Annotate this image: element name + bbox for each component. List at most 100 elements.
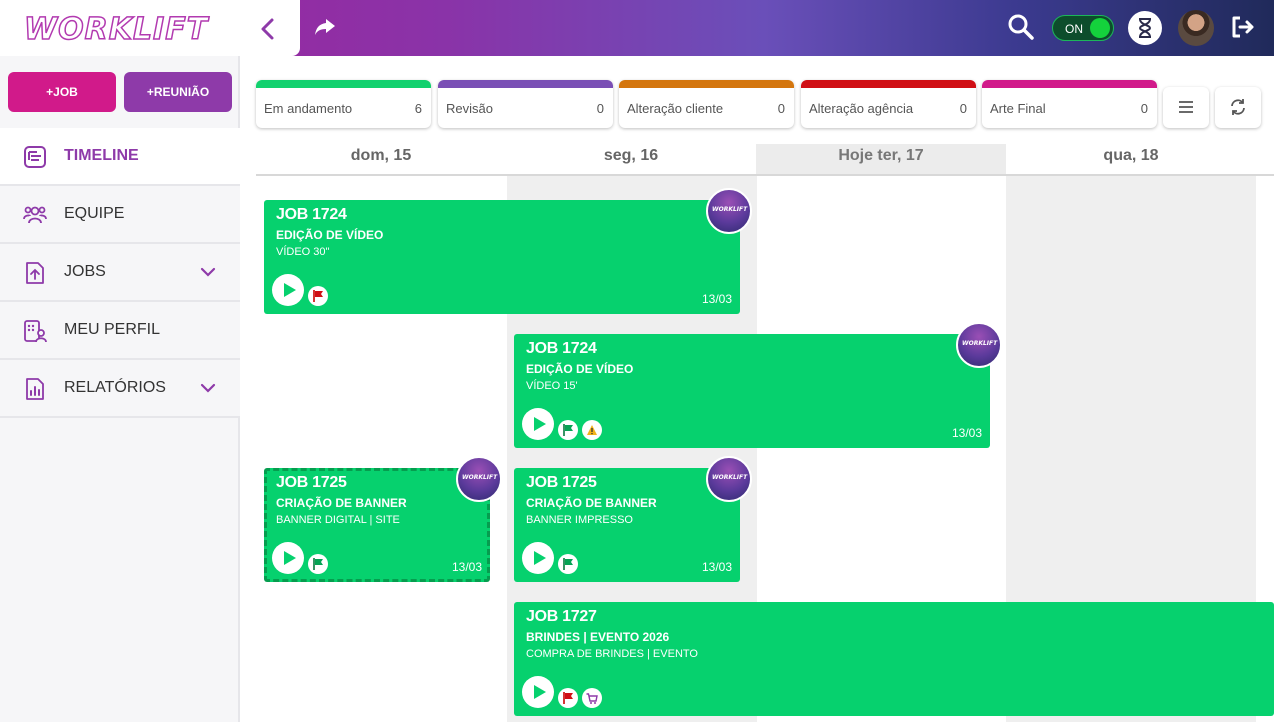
top-bar: WORKLIFT ON bbox=[0, 0, 1274, 56]
logo-mini-text: WORKLIFT bbox=[712, 474, 748, 481]
job-subtitle: EDIÇÃO DE VÍDEO bbox=[276, 228, 384, 242]
menu-lines-icon bbox=[1179, 101, 1193, 113]
status-card-arte-final[interactable]: Arte Final 0 bbox=[982, 80, 1157, 128]
play-button[interactable] bbox=[522, 408, 554, 440]
sidebar-item-timeline[interactable]: TIMELINE bbox=[0, 128, 240, 186]
timeline-icon bbox=[24, 146, 46, 168]
day-header: dom, 15 bbox=[350, 147, 412, 164]
job-title: JOB 1725 bbox=[526, 474, 597, 491]
user-avatar[interactable] bbox=[1178, 10, 1214, 46]
job-description: BANNER DIGITAL | SITE bbox=[276, 514, 400, 526]
green-flag-icon bbox=[308, 554, 328, 574]
sidebar: +JOB +REUNIÃO TIMELINE EQUIPE JOBS MEU P… bbox=[0, 56, 240, 722]
job-subtitle: CRIAÇÃO DE BANNER bbox=[276, 496, 407, 510]
sidebar-item-label: RELATÓRIOS bbox=[64, 379, 166, 396]
sidebar-item-equipe[interactable]: EQUIPE bbox=[0, 186, 240, 244]
warning-icon bbox=[582, 420, 602, 440]
agency-logo-badge: WORKLIFT bbox=[706, 456, 752, 502]
sidebar-item-jobs[interactable]: JOBS bbox=[0, 244, 240, 302]
share-icon bbox=[315, 19, 335, 35]
add-job-button[interactable]: +JOB bbox=[8, 72, 116, 112]
status-card-alteracao-agencia[interactable]: Alteração agência 0 bbox=[801, 80, 976, 128]
job-description: VÍDEO 15' bbox=[526, 380, 578, 392]
job-date: 13/03 bbox=[701, 560, 732, 574]
chevron-down-icon[interactable] bbox=[200, 380, 216, 396]
status-count: 0 bbox=[777, 101, 785, 116]
job-subtitle: BRINDES | EVENTO 2026 bbox=[526, 630, 670, 644]
toggle-knob bbox=[1090, 18, 1110, 38]
play-button[interactable] bbox=[272, 542, 304, 574]
job-card[interactable]: JOB 1725 CRIAÇÃO DE BANNER BANNER DIGITA… bbox=[264, 456, 502, 582]
job-card[interactable]: JOB 1727 BRINDES | EVENTO 2026 COMPRA DE… bbox=[514, 602, 1274, 716]
profile-icon bbox=[24, 320, 47, 343]
status-count: 0 bbox=[1140, 101, 1148, 116]
green-flag-icon bbox=[558, 420, 578, 440]
logout-button[interactable] bbox=[1230, 14, 1256, 40]
red-flag-icon bbox=[558, 688, 578, 708]
job-title: JOB 1727 bbox=[526, 608, 597, 625]
day-header: seg, 16 bbox=[603, 147, 659, 164]
play-button[interactable] bbox=[272, 274, 304, 306]
status-color-bar bbox=[619, 80, 794, 88]
job-title: JOB 1724 bbox=[526, 340, 597, 357]
status-color-bar bbox=[982, 80, 1157, 88]
status-card-revisao[interactable]: Revisão 0 bbox=[438, 80, 613, 128]
job-title: JOB 1725 bbox=[276, 474, 347, 491]
job-card[interactable]: JOB 1724 EDIÇÃO DE VÍDEO VÍDEO 15' 13/03… bbox=[514, 322, 1002, 448]
agency-logo-badge: WORKLIFT bbox=[706, 188, 752, 234]
red-flag-icon bbox=[308, 286, 328, 306]
sidebar-item-meu-perfil[interactable]: MEU PERFIL bbox=[0, 302, 240, 360]
logo-area: WORKLIFT bbox=[0, 0, 300, 56]
play-button[interactable] bbox=[522, 676, 554, 708]
status-label: Alteração agência bbox=[809, 101, 914, 116]
job-description: VÍDEO 30" bbox=[276, 246, 330, 258]
status-color-bar bbox=[256, 80, 431, 88]
collapse-sidebar-button[interactable] bbox=[256, 14, 280, 44]
share-button[interactable] bbox=[312, 14, 338, 40]
chevron-left-icon bbox=[261, 18, 274, 40]
status-count: 0 bbox=[596, 101, 604, 116]
job-date: 13/03 bbox=[951, 426, 982, 440]
add-meeting-button[interactable]: +REUNIÃO bbox=[124, 72, 232, 112]
online-toggle[interactable]: ON bbox=[1052, 15, 1114, 41]
job-description: BANNER IMPRESSO bbox=[526, 514, 633, 526]
job-card[interactable]: JOB 1724 EDIÇÃO DE VÍDEO VÍDEO 30" 13/03… bbox=[264, 188, 752, 314]
play-button[interactable] bbox=[522, 542, 554, 574]
hourglass-icon bbox=[1138, 18, 1152, 38]
status-card-em-andamento[interactable]: Em andamento 6 bbox=[256, 80, 431, 128]
status-color-bar bbox=[438, 80, 613, 88]
timeline-header-divider bbox=[256, 174, 1274, 176]
refresh-button[interactable] bbox=[1215, 87, 1261, 128]
status-count: 0 bbox=[959, 101, 967, 116]
day-header-today: Hoje ter, 17 bbox=[756, 144, 1006, 174]
job-description: COMPRA DE BRINDES | EVENTO bbox=[526, 648, 698, 660]
status-label: Arte Final bbox=[990, 101, 1046, 116]
status-count: 6 bbox=[414, 101, 422, 116]
cart-icon bbox=[582, 688, 602, 708]
jobs-upload-icon bbox=[26, 262, 44, 284]
logo-mini-text: WORKLIFT bbox=[462, 474, 498, 481]
toggle-label: ON bbox=[1065, 22, 1083, 36]
job-card[interactable]: JOB 1725 CRIAÇÃO DE BANNER BANNER IMPRES… bbox=[514, 456, 752, 582]
app-logo: WORKLIFT bbox=[23, 11, 209, 48]
list-view-button[interactable] bbox=[1163, 87, 1209, 128]
refresh-icon bbox=[1231, 99, 1245, 115]
status-color-bar bbox=[801, 80, 976, 88]
sidebar-item-label: TIMELINE bbox=[64, 147, 139, 164]
timer-button[interactable] bbox=[1128, 11, 1162, 45]
sidebar-item-label: EQUIPE bbox=[64, 205, 125, 222]
status-label: Revisão bbox=[446, 101, 493, 116]
status-card-alteracao-cliente[interactable]: Alteração cliente 0 bbox=[619, 80, 794, 128]
status-label: Alteração cliente bbox=[627, 101, 724, 116]
status-label: Em andamento bbox=[264, 101, 353, 116]
sidebar-item-relatorios[interactable]: RELATÓRIOS bbox=[0, 360, 240, 418]
job-title: JOB 1724 bbox=[276, 206, 347, 223]
chevron-down-icon[interactable] bbox=[200, 264, 216, 280]
job-date: 13/03 bbox=[701, 292, 732, 306]
team-icon bbox=[23, 206, 47, 224]
job-subtitle: EDIÇÃO DE VÍDEO bbox=[526, 362, 634, 376]
job-date: 13/03 bbox=[451, 560, 482, 574]
search-button[interactable] bbox=[1007, 13, 1035, 41]
logo-mini-text: WORKLIFT bbox=[962, 340, 998, 347]
reports-icon bbox=[26, 378, 44, 400]
